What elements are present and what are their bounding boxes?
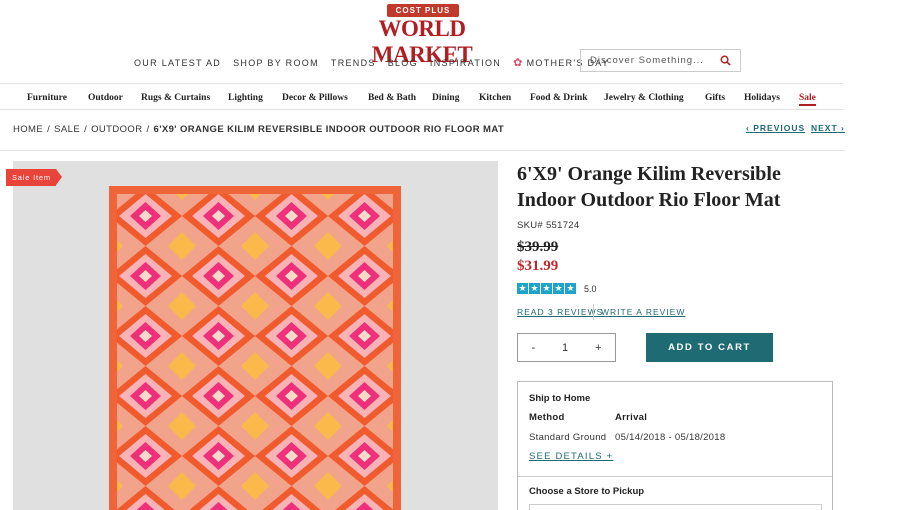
shipping-panel: Ship to Home Method Arrival Standard Gro… [517,381,833,510]
category-lighting[interactable]: Lighting [228,93,263,103]
previous-link[interactable]: ‹ PREVIOUS [746,123,805,133]
breadcrumb-current: 6'X9' ORANGE KILIM REVERSIBLE INDOOR OUT… [153,124,505,135]
nav-inspiration[interactable]: INSPIRATION [430,56,501,69]
next-link[interactable]: NEXT › [811,123,845,133]
sale-price: $31.99 [517,258,559,274]
product-title: 6'X9' Orange Kilim Reversible Indoor Out… [517,163,781,211]
category-rugs-curtains[interactable]: Rugs & Curtains [141,93,210,103]
category-outdoor[interactable]: Outdoor [88,93,123,103]
category-food-drink[interactable]: Food & Drink [530,93,588,103]
breadcrumb-home[interactable]: HOME [13,124,43,135]
star-icon: ★ [529,283,540,294]
arrival-header: Arrival [615,412,648,423]
nav-latest-ad[interactable]: OUR LATEST AD [134,56,221,69]
category-furniture[interactable]: Furniture [27,93,67,103]
flower-icon: ✿ [513,57,524,69]
read-reviews-link[interactable]: READ 3 REVIEWS [517,307,603,317]
quantity-stepper: - 1 + [517,333,616,362]
next-label: NEXT [811,123,838,133]
qty-increment-button[interactable]: + [595,342,601,354]
category-gifts[interactable]: Gifts [705,93,725,103]
ship-to-home-title: Ship to Home [529,393,591,404]
add-to-cart-button[interactable]: ADD TO CART [646,333,773,362]
original-price: $39.99 [517,239,559,255]
see-details-link[interactable]: SEE DETAILS + [529,451,613,462]
rating-stars[interactable]: ★ ★ ★ ★ ★ [517,283,576,294]
category-decor-pillows[interactable]: Decor & Pillows [282,93,348,103]
category-bed-bath[interactable]: Bed & Bath [368,93,416,103]
divider [0,150,845,151]
category-jewelry-clothing[interactable]: Jewelry & Clothing [604,93,684,103]
rating-value: 5.0 [584,284,597,294]
star-icon: ★ [541,283,552,294]
store-search-input[interactable] [529,504,822,510]
category-sale[interactable]: Sale [799,93,816,106]
shipping-method: Standard Ground [529,432,607,443]
star-icon: ★ [565,283,576,294]
search-input[interactable] [581,55,719,66]
pickup-title: Choose a Store to Pickup [529,486,645,497]
star-icon: ★ [553,283,564,294]
category-bar: Furniture Outdoor Rugs & Curtains Lighti… [0,83,843,110]
search-icon[interactable] [720,55,731,66]
breadcrumb-outdoor[interactable]: OUTDOOR [91,124,142,135]
nav-shop-by-room[interactable]: SHOP BY ROOM [233,56,319,69]
method-header: Method [529,412,565,423]
previous-chevron-icon: ‹ [746,123,750,133]
rug-image [109,186,401,510]
review-separator [593,304,594,320]
product-image[interactable] [13,161,498,510]
previous-label: PREVIOUS [753,123,806,133]
breadcrumb: HOME / SALE / OUTDOOR/6'X9' ORANGE KILIM REV… [13,124,505,135]
sale-item-tag: Sale Item [6,169,62,186]
search-box [580,49,741,72]
nav-blog[interactable]: BLOG [388,56,418,69]
write-review-link[interactable]: WRITE A REVIEW [601,307,685,317]
top-nav: OUR LATEST AD SHOP BY ROOM TRENDS BLOG I… [134,56,621,69]
category-holidays[interactable]: Holidays [744,93,780,103]
product-sku: SKU# 551724 [517,220,580,231]
nav-trends[interactable]: TRENDS [331,56,376,69]
qty-decrement-button[interactable]: - [531,342,535,354]
world-market-logo[interactable]: COST PLUS WORLD MARKET [347,4,497,67]
arrival-dates: 05/14/2018 - 05/18/2018 [615,432,726,443]
shipping-divider [518,476,832,477]
breadcrumb-sale[interactable]: SALE [54,124,80,135]
category-kitchen[interactable]: Kitchen [479,93,511,103]
star-icon: ★ [517,283,528,294]
qty-value[interactable]: 1 [562,342,568,354]
category-dining[interactable]: Dining [432,93,459,103]
next-chevron-icon: › [841,123,845,133]
